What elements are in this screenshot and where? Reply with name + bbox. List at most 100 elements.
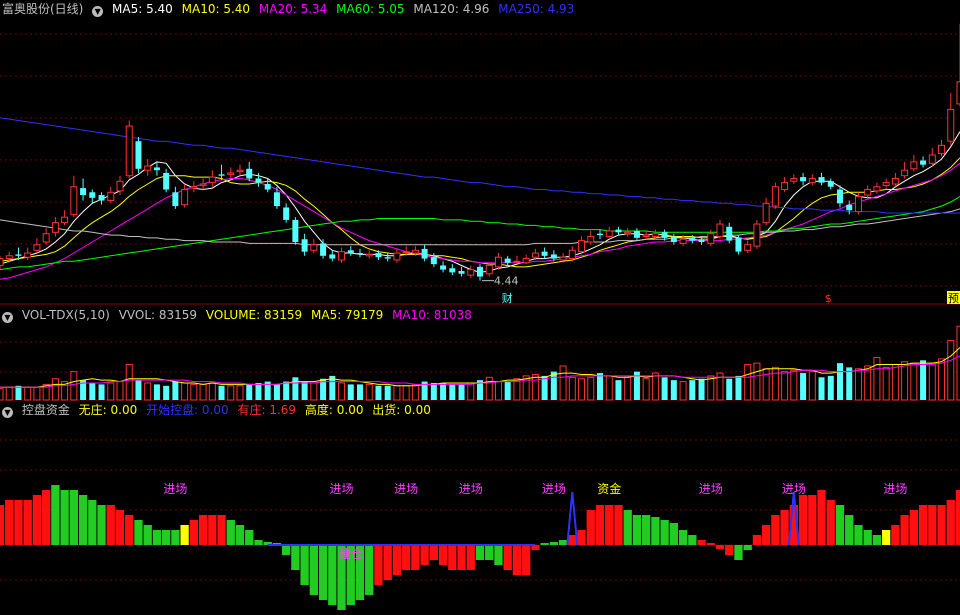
candle-body-up — [33, 244, 41, 251]
volume-bar-down — [818, 377, 825, 400]
volume-bar-up — [771, 366, 779, 401]
candle-body-down — [689, 237, 696, 241]
volume-bar-up — [531, 373, 539, 401]
volume-bar-up — [882, 366, 890, 401]
indicator-bar — [817, 490, 826, 545]
volume-bar-down — [89, 382, 96, 400]
ma-line-ma250 — [0, 117, 960, 214]
indicator-bar — [568, 535, 577, 545]
indicator-bar — [503, 545, 512, 570]
volume-bar-up — [190, 383, 198, 401]
indicator-bar — [688, 535, 697, 545]
indicator-bar — [762, 525, 771, 545]
indicator-bar — [318, 545, 328, 600]
price-panel-header: 富奥股份(日线) ▼ MA5: 5.40 MA10: 5.40 MA20: 5.… — [2, 2, 579, 17]
volume-bar-down — [375, 385, 382, 400]
indicator-bar — [78, 495, 88, 545]
volume-bar-up — [891, 364, 899, 401]
candle-body-down — [430, 257, 437, 265]
indicator-bar — [180, 525, 189, 545]
candle-body-up — [531, 252, 539, 258]
legend-start-control: 开始控盘: 0.00 — [146, 403, 229, 417]
volume-bar-down — [846, 367, 853, 400]
indicator-bar — [780, 510, 789, 545]
candle-body-down — [89, 192, 96, 198]
volume-bar-up — [144, 382, 152, 401]
candle-body-up — [605, 230, 613, 237]
indicator-bar — [872, 535, 882, 545]
indicator-bar — [882, 530, 891, 545]
indicator-title: 控盘资金 — [21, 403, 70, 417]
candle-body-up — [790, 177, 798, 182]
signal-label: 进场 — [699, 482, 723, 496]
volume-bar-up — [338, 382, 346, 401]
collapse-icon[interactable]: ▼ — [2, 312, 13, 323]
candle-body-down — [597, 233, 603, 236]
volume-bar-down — [357, 384, 363, 400]
collapse-icon[interactable]: ▼ — [2, 407, 13, 418]
candle-body-up — [771, 186, 779, 207]
candle-body-down — [541, 251, 548, 256]
volume-bar-down — [347, 384, 354, 400]
candle-body-up — [485, 264, 493, 275]
collapse-icon[interactable]: ▼ — [92, 6, 104, 17]
volume-bar-up — [854, 368, 862, 401]
indicator-bar — [854, 525, 863, 545]
indicator-bar — [411, 545, 420, 570]
indicator-bar — [226, 520, 235, 545]
volume-bar-up — [208, 382, 216, 401]
volume-bar-down — [172, 381, 179, 400]
indicator-bar — [14, 500, 23, 545]
volume-bar-up — [0, 388, 4, 401]
volume-bar-up — [642, 378, 650, 401]
event-marker: 预 — [948, 292, 959, 305]
candle-body-up — [744, 244, 752, 251]
candle-body-down — [846, 204, 853, 211]
candle-body-down — [357, 253, 363, 255]
candle-body-up — [624, 231, 632, 235]
indicator-bar — [291, 545, 300, 570]
candle-body-down — [320, 243, 327, 256]
candle-body-down — [80, 188, 87, 196]
candle-body-up — [928, 154, 936, 164]
indicator-bar — [42, 490, 51, 545]
candle-body-down — [827, 181, 834, 187]
signal-label: 进场 — [782, 482, 806, 496]
volume-bar-down — [135, 380, 142, 400]
legend-volume: VOLUME: 83159 — [205, 308, 303, 322]
event-marker: 财 — [502, 291, 513, 305]
signal-label: 进场 — [163, 482, 187, 496]
volume-bar-up — [70, 371, 78, 401]
candle-body-up — [365, 253, 373, 257]
candle-body-down — [440, 265, 447, 270]
candle-body-down — [661, 232, 668, 238]
candle-body-up — [781, 182, 789, 191]
candle-body-up — [0, 258, 4, 266]
candle-body-up — [716, 223, 724, 237]
indicator-bar — [734, 545, 743, 560]
indicator-bar — [549, 542, 558, 545]
indicator-bar — [586, 510, 595, 545]
candle-body-up — [61, 216, 69, 224]
indicator-bar — [300, 545, 309, 585]
volume-bar-up — [753, 362, 761, 401]
candle-body-down — [301, 239, 308, 252]
indicator-bar — [697, 540, 706, 545]
volume-bar-down — [458, 384, 465, 400]
candle-body-down — [726, 226, 733, 241]
indicator-bar — [918, 505, 928, 545]
candle-body-up — [402, 251, 410, 254]
volume-bar-up — [24, 386, 32, 401]
volume-bar-up — [762, 368, 770, 401]
candle-body-down — [15, 254, 22, 256]
volume-bar-up — [181, 382, 189, 401]
volume-bar-down — [670, 380, 677, 400]
candle-body-up — [208, 176, 216, 184]
candle-body-up — [125, 125, 133, 177]
candle-body-up — [864, 189, 872, 196]
volume-bar-down — [153, 384, 160, 400]
indicator-bar — [946, 500, 955, 545]
indicator-bar — [900, 515, 909, 545]
low-price-label: 4.44 — [494, 275, 519, 288]
candle-body-up — [901, 169, 909, 177]
